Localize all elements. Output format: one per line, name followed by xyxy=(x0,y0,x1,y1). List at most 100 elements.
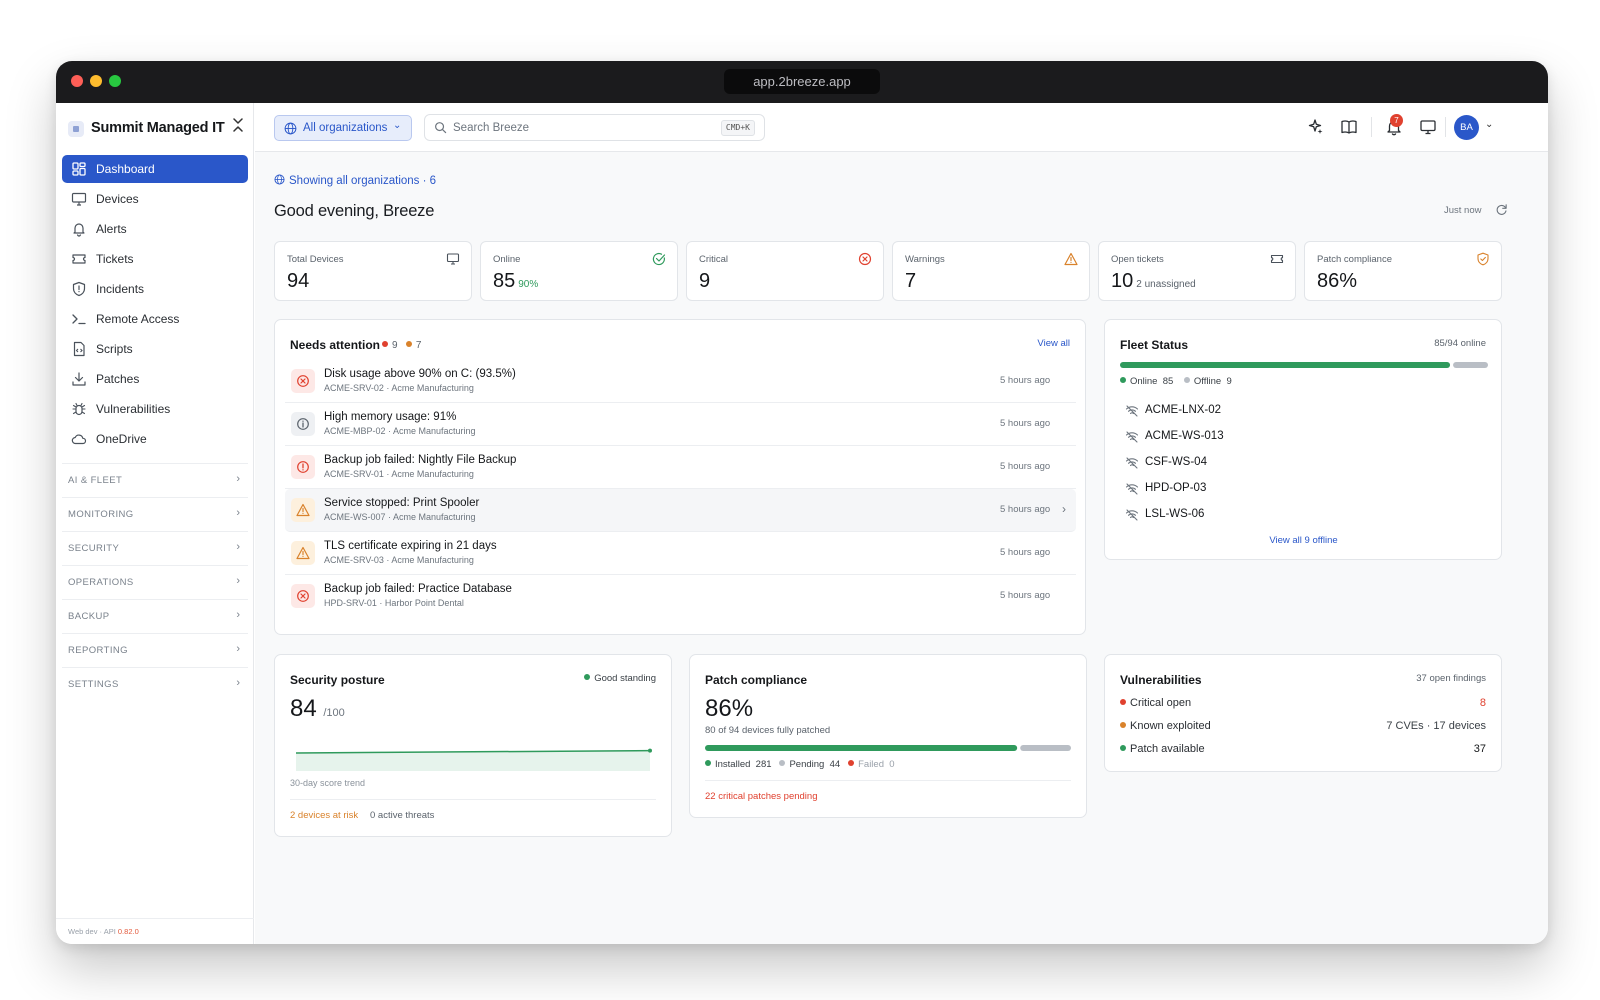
view-all-alerts-link[interactable]: View all xyxy=(1037,338,1070,349)
terminal-icon xyxy=(72,314,86,325)
alert-device: ACME-WS-007 · Acme Manufacturing xyxy=(324,512,476,522)
alert-time: 5 hours ago xyxy=(1000,375,1051,386)
organization-select[interactable]: All organizations ⌄ xyxy=(274,115,412,141)
search-input[interactable]: Search Breeze CMD+K xyxy=(424,114,765,141)
pending-dot xyxy=(779,760,786,766)
chevron-right-icon: › xyxy=(236,541,240,553)
chevron-right-icon: › xyxy=(236,507,240,519)
sidebar-section-settings[interactable]: SETTINGS › xyxy=(62,667,248,701)
view-all-offline-link[interactable]: View all 9 offline xyxy=(1105,535,1502,546)
vulnerability-row[interactable]: Known exploited 7 CVEs · 17 devices xyxy=(1120,720,1486,736)
refresh-icon[interactable] xyxy=(1495,203,1508,216)
sidebar-item-alerts[interactable]: Alerts xyxy=(62,215,248,243)
sidebar-item-incidents[interactable]: Incidents xyxy=(62,275,248,303)
vulnerability-row[interactable]: Critical open 8 xyxy=(1120,697,1486,713)
alert-row[interactable]: Service stopped: Print Spooler ACME-WS-0… xyxy=(285,489,1076,532)
alert-row[interactable]: TLS certificate expiring in 21 days ACME… xyxy=(285,532,1076,575)
sidebar-item-label: OneDrive xyxy=(96,432,147,446)
row-label: Critical open xyxy=(1130,697,1192,709)
book-icon[interactable] xyxy=(1340,118,1358,136)
stat-value: 86% xyxy=(1317,270,1357,293)
chevron-right-icon: › xyxy=(236,609,240,621)
alert-device: ACME-SRV-03 · Acme Manufacturing xyxy=(324,555,474,565)
stat-card-patch-compliance[interactable]: Patch compliance 86% xyxy=(1304,241,1502,301)
critical-patches-pending[interactable]: 22 critical patches pending xyxy=(705,791,818,802)
sidebar-section-operations[interactable]: OPERATIONS › xyxy=(62,565,248,599)
wifi-off-icon xyxy=(1125,405,1139,417)
ticket-icon xyxy=(1270,254,1284,264)
chevron-down-icon[interactable]: ⌄ xyxy=(1485,119,1493,130)
stat-card-warnings[interactable]: Warnings 7 xyxy=(892,241,1090,301)
sidebar-item-dashboard[interactable]: Dashboard xyxy=(62,155,248,183)
sidebar-item-label: Alerts xyxy=(96,222,127,236)
security-status: Good standing xyxy=(584,673,656,684)
avatar[interactable]: BA xyxy=(1454,115,1479,140)
monitor-icon[interactable] xyxy=(1419,118,1437,136)
sidebar-section-ai-fleet[interactable]: AI & FLEET › xyxy=(62,463,248,497)
critical-alert-icon xyxy=(291,584,315,608)
devices-at-risk[interactable]: 2 devices at risk xyxy=(290,810,358,821)
offline-dot xyxy=(1183,377,1190,383)
alert-title: Backup job failed: Practice Database xyxy=(324,583,512,595)
sidebar-item-vulnerabilities[interactable]: Vulnerabilities xyxy=(62,395,248,423)
stat-card-critical[interactable]: Critical 9 xyxy=(686,241,884,301)
globe-icon xyxy=(274,174,285,185)
alert-row[interactable]: High memory usage: 91% ACME-MBP-02 · Acm… xyxy=(285,403,1076,446)
alert-row[interactable]: Backup job failed: Nightly File Backup A… xyxy=(285,446,1076,489)
sidebar-item-patches[interactable]: Patches xyxy=(62,365,248,393)
url-bar[interactable]: app.2breeze.app xyxy=(724,69,880,94)
alert-row[interactable]: Backup job failed: Practice Database HPD… xyxy=(285,575,1076,618)
stat-card-online[interactable]: Online 85 90% xyxy=(480,241,678,301)
alert-title: High memory usage: 91% xyxy=(324,411,457,423)
section-label: MONITORING xyxy=(68,509,134,520)
stat-number: 85 xyxy=(493,270,516,292)
card-title: Patch compliance xyxy=(705,673,808,687)
vulnerability-row[interactable]: Patch available 37 xyxy=(1120,743,1486,759)
main-content: All organizations ⌄ Search Breeze CMD+K … xyxy=(255,103,1548,944)
organizations-scope-label: Showing all organizations · 6 xyxy=(289,175,437,187)
offline-segment xyxy=(1453,362,1488,368)
warning-triangle-icon xyxy=(1064,252,1078,266)
stat-card-open-tickets[interactable]: Open tickets 10 2 unassigned xyxy=(1098,241,1296,301)
sidebar-item-scripts[interactable]: Scripts xyxy=(62,335,248,363)
collapse-sidebar-icon[interactable] xyxy=(232,118,244,137)
organizations-scope-link[interactable]: Showing all organizations · 6 xyxy=(274,174,436,187)
sidebar-section-security[interactable]: SECURITY › xyxy=(62,531,248,565)
close-window-button[interactable] xyxy=(71,75,83,87)
device-name: ACME-WS-013 xyxy=(1145,430,1224,442)
patch-legend: Installed 281 Pending 44 Failed 0 xyxy=(705,759,895,770)
title-bar: app.2breeze.app xyxy=(56,61,1548,103)
sidebar-item-tickets[interactable]: Tickets xyxy=(62,245,248,273)
patch-compliance-card: Patch compliance 86% 80 of 94 devices fu… xyxy=(689,654,1087,818)
minimize-window-button[interactable] xyxy=(90,75,102,87)
sidebar-item-onedrive[interactable]: OneDrive xyxy=(62,425,248,453)
chevron-right-icon: › xyxy=(1062,502,1066,516)
patch-progress-bar xyxy=(705,745,1071,751)
device-name: LSL-WS-06 xyxy=(1145,508,1205,520)
sidebar-item-devices[interactable]: Devices xyxy=(62,185,248,213)
brand: Summit Managed IT xyxy=(68,117,248,141)
wifi-off-icon xyxy=(1125,483,1139,495)
critical-dot xyxy=(382,341,388,347)
sidebar-item-remote-access[interactable]: Remote Access xyxy=(62,305,248,333)
stat-label: Open tickets xyxy=(1111,254,1164,265)
alert-row[interactable]: Disk usage above 90% on C: (93.5%) ACME-… xyxy=(285,360,1076,403)
maximize-window-button[interactable] xyxy=(109,75,121,87)
patched-detail: 80 of 94 devices fully patched xyxy=(705,725,831,736)
chevrons-collapse-icon xyxy=(233,118,243,132)
stat-label: Patch compliance xyxy=(1317,254,1392,265)
stat-number: 9 xyxy=(699,270,711,292)
monitor-icon xyxy=(71,192,87,206)
online-dot xyxy=(1120,377,1126,383)
sidebar-section-backup[interactable]: BACKUP › xyxy=(62,599,248,633)
stat-value: 85 90% xyxy=(493,270,538,293)
sparkles-icon[interactable] xyxy=(1306,118,1324,136)
pending-segment xyxy=(1020,745,1071,751)
sidebar-section-reporting[interactable]: REPORTING › xyxy=(62,633,248,667)
vulnerabilities-card: Vulnerabilities 37 open findings Critica… xyxy=(1104,654,1502,772)
stat-card-total-devices[interactable]: Total Devices 94 xyxy=(274,241,472,301)
row-value: 7 CVEs · 17 devices xyxy=(1386,720,1486,732)
sidebar-section-monitoring[interactable]: MONITORING › xyxy=(62,497,248,531)
monitor-icon xyxy=(446,253,460,265)
env-label: Web dev · API xyxy=(68,927,118,936)
